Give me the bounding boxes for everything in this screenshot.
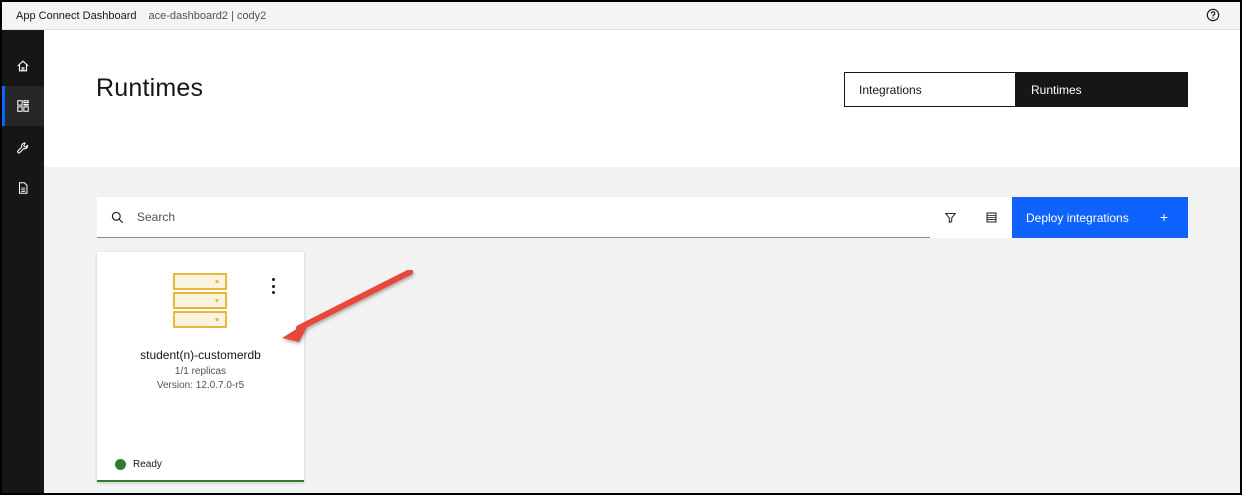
home-icon [17,60,29,72]
plus-icon: + [1159,209,1168,225]
runtime-name[interactable]: student(n)-customerdb [97,348,304,362]
app-window: App Connect Dashboard ace-dashboard2 | c… [0,0,1242,495]
runtime-version: Version: 12.0.7.0-r5 [156,380,245,391]
status-label: Ready [133,459,162,470]
tab-runtimes[interactable]: Runtimes [1016,72,1188,107]
context-breadcrumb: ace-dashboard2 | cody2 [148,9,267,22]
deploy-integrations-button[interactable]: Deploy integrations + [1012,197,1188,238]
nav-tools[interactable] [2,128,44,168]
filter-button[interactable] [930,197,971,238]
search-icon [111,211,124,223]
app-brand[interactable]: App Connect Dashboard [16,10,136,22]
table-view-button[interactable] [971,197,1012,238]
table-view-icon [986,212,997,223]
main-content: Runtimes Integrations Runtimes Search De… [44,30,1240,493]
overflow-menu-icon[interactable] [267,278,279,294]
view-switcher: Integrations Runtimes [844,72,1188,107]
nav-documents[interactable] [2,168,44,208]
runtime-replicas: 1/1 replicas [174,366,227,377]
nav-home[interactable] [2,46,44,86]
tab-integrations[interactable]: Integrations [844,72,1016,107]
page-header: Runtimes Integrations Runtimes [44,30,1240,167]
search-input[interactable] [137,210,897,224]
server-icon [173,273,227,328]
document-icon [18,182,28,194]
status-dot-icon [115,459,126,470]
runtime-card[interactable]: student(n)-customerdb 1/1 replicas Versi… [97,252,304,482]
top-header: App Connect Dashboard ace-dashboard2 | c… [2,2,1240,30]
deploy-button-label: Deploy integrations [1026,210,1129,225]
search-bar [97,197,930,238]
status-indicator: Ready [115,459,162,470]
help-icon[interactable] [1206,8,1220,22]
status-bar [97,480,304,482]
nav-dashboard[interactable] [2,86,44,126]
dashboard-icon [17,100,29,112]
page-title: Runtimes [96,74,204,102]
side-navigation [2,30,44,493]
filter-icon [945,212,956,223]
wrench-icon [17,142,29,154]
